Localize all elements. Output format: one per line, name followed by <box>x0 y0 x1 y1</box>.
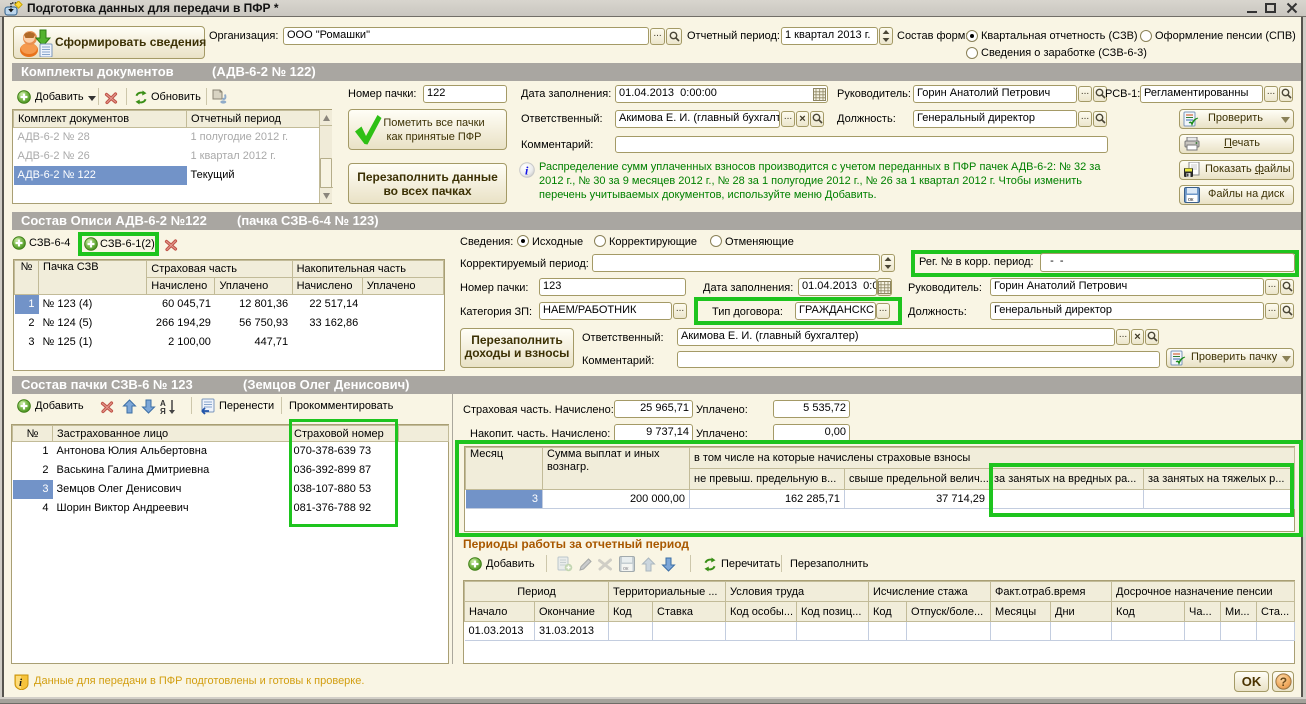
svg-text:Я: Я <box>160 407 166 415</box>
svg-text:ок: ок <box>623 566 629 572</box>
svg-text:?: ? <box>1280 675 1287 689</box>
svg-text:ок: ок <box>1188 197 1194 203</box>
